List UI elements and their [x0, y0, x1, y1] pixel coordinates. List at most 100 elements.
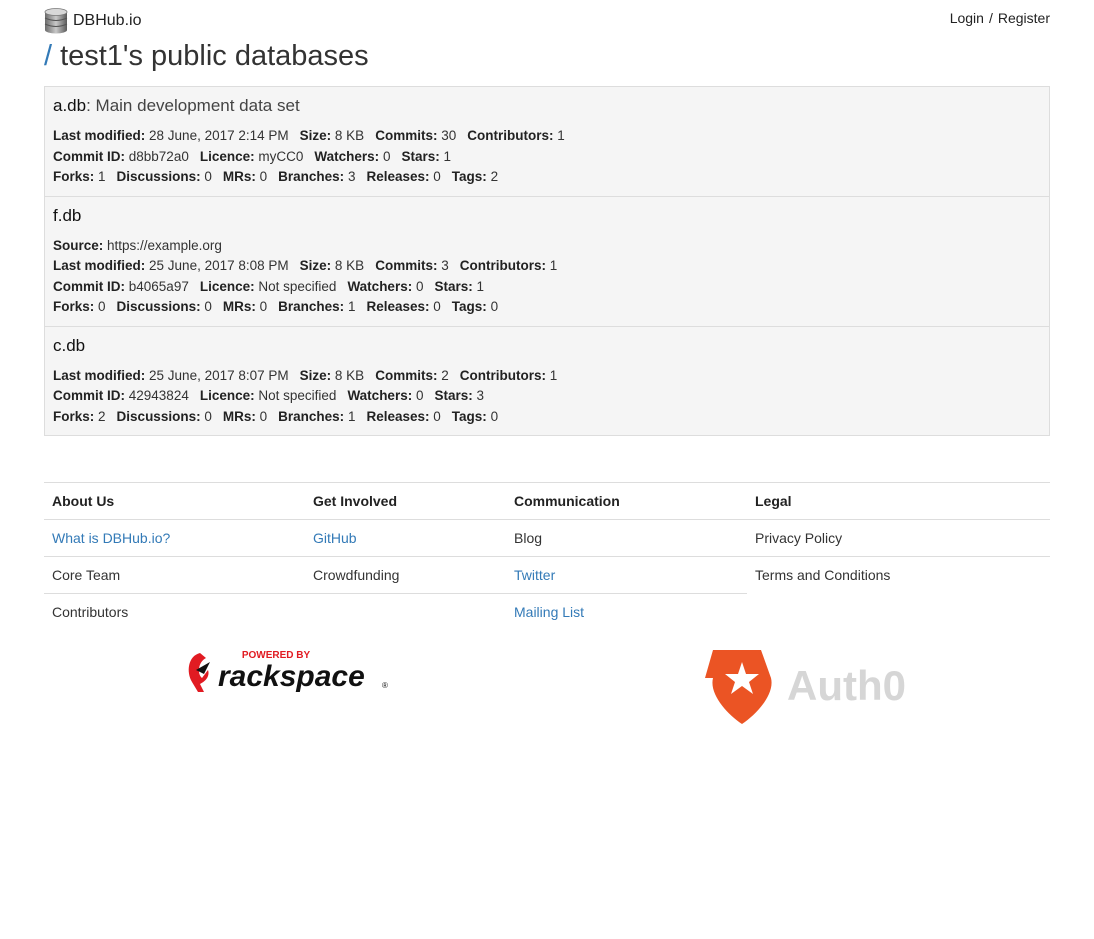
metadata-item: Discussions: 0 — [117, 169, 212, 184]
footer-text: Terms and Conditions — [755, 567, 891, 584]
metadata-label: Last modified: — [53, 367, 146, 383]
metadata-item: Discussions: 0 — [117, 409, 212, 424]
metadata-label: Commit ID: — [53, 388, 125, 403]
auth0-wordmark: Auth0 — [787, 662, 906, 709]
metadata-label: Branches: — [278, 169, 345, 184]
metadata-label: MRs: — [222, 169, 256, 184]
metadata-value: 0 — [259, 169, 268, 184]
metadata-item: Stars: 1 — [401, 149, 451, 164]
login-link[interactable]: Login — [950, 10, 984, 26]
footer-link[interactable]: What is DBHub.io? — [52, 530, 170, 546]
metadata-line: Commit ID: 42943824 Licence: Not specifie… — [53, 386, 1041, 407]
metadata-value: 2 — [441, 367, 449, 383]
metadata-label: Contributors: — [459, 367, 546, 383]
footer-link[interactable]: Twitter — [514, 567, 555, 583]
metadata-label: Watchers: — [347, 388, 413, 403]
metadata-value: 25 June, 2017 8:08 PM — [149, 258, 289, 273]
metadata-value: 30 — [441, 128, 457, 143]
metadata-label: Stars: — [434, 278, 473, 294]
auth0-logo[interactable]: Auth0 — [705, 648, 910, 726]
metadata-item: Watchers: 0 — [347, 279, 423, 294]
metadata-label: Source: — [53, 237, 104, 253]
database-title: c.db — [53, 335, 1041, 357]
metadata-label: Commits: — [375, 128, 438, 143]
footer-link[interactable]: Mailing List — [514, 604, 584, 620]
metadata-value: 0 — [204, 169, 212, 184]
database-name-link[interactable]: c.db — [53, 336, 85, 355]
metadata-value: 3 — [347, 169, 356, 184]
metadata-label: Tags: — [451, 169, 487, 184]
metadata-item: Size: 8 KB — [300, 258, 365, 273]
rackspace-logo[interactable]: POWERED BY rackspace ® — [186, 648, 390, 696]
metadata-value: 0 — [259, 299, 268, 314]
footer-cell: Mailing List — [506, 593, 747, 630]
metadata-item: Last modified: 28 June, 2017 2:14 PM — [53, 128, 289, 143]
metadata-label: Forks: — [53, 169, 95, 184]
metadata-label: Releases: — [366, 408, 430, 424]
database-title: a.db: Main development data set — [53, 95, 1041, 117]
metadata-label: Commit ID: — [53, 148, 125, 164]
footer-row: Core Team Crowdfunding Twitter Terms and Co… — [44, 556, 1050, 594]
metadata-value: 0 — [415, 388, 424, 403]
metadata-item: Branches: 1 — [278, 299, 355, 314]
metadata-label: Forks: — [53, 408, 95, 424]
database-description: : Main development data set — [86, 96, 300, 115]
metadata-value: 1 — [476, 278, 485, 294]
metadata-line: Source: https://example.org — [53, 236, 1041, 257]
footer-cell: Terms and Conditions — [747, 556, 1050, 594]
metadata-value: 28 June, 2017 2:14 PM — [149, 128, 289, 143]
register-link[interactable]: Register — [998, 10, 1050, 26]
metadata-label: Discussions: — [116, 408, 201, 424]
metadata-value: 0 — [98, 299, 106, 314]
database-title: f.db — [53, 205, 1041, 227]
metadata-label: Stars: — [434, 388, 473, 403]
footer-cell: Crowdfunding — [305, 556, 506, 594]
metadata-item: Size: 8 KB — [300, 128, 365, 143]
footer-link[interactable]: GitHub — [313, 530, 357, 546]
footer-text: Crowdfunding — [313, 567, 400, 583]
metadata-line: Forks: 0 Discussions: 0 MRs: 0 Branches: 1R… — [53, 297, 1041, 318]
metadata-value: 1 — [347, 299, 356, 314]
metadata-label: Tags: — [451, 299, 487, 314]
metadata-item: MRs: 0 — [223, 299, 267, 314]
metadata-label: Contributors: — [459, 258, 546, 273]
footer-cell: GitHub — [305, 519, 506, 557]
metadata-line: Forks: 1 Discussions: 0 MRs: 0 Branches: 3R… — [53, 167, 1041, 188]
metadata-label: Licence: — [199, 388, 255, 403]
page-title-text: test1's public databases — [60, 40, 369, 72]
title-slash: / — [44, 40, 53, 72]
metadata-line: Forks: 2 Discussions: 0 MRs: 0 Branches: 1R… — [53, 407, 1041, 428]
metadata-item: MRs: 0 — [223, 169, 267, 184]
metadata-value: 1 — [549, 367, 558, 383]
metadata-label: Watchers: — [347, 278, 413, 294]
metadata-line: Last modified: 25 June, 2017 8:08 PM Size… — [53, 256, 1041, 277]
database-name-link[interactable]: a.db — [53, 96, 86, 115]
footer-text: Privacy Policy — [755, 530, 843, 546]
metadata-item: Commit ID: 42943824 — [53, 388, 189, 403]
metadata-item: Size: 8 KB — [300, 368, 365, 383]
footer-empty-cell — [747, 594, 1050, 631]
metadata-value: 0 — [204, 408, 212, 424]
metadata-label: Branches: — [278, 408, 345, 424]
metadata-item: Watchers: 0 — [347, 388, 423, 403]
metadata-value: 0 — [382, 148, 391, 164]
brand-link[interactable]: DBHub.io — [44, 8, 141, 34]
metadata-value: 8 KB — [334, 128, 365, 143]
metadata-item: Contributors: 1 — [467, 128, 565, 143]
metadata-label: Licence: — [199, 278, 255, 294]
metadata-label: Releases: — [366, 299, 430, 314]
metadata-label: Discussions: — [116, 169, 201, 184]
metadata-value: 0 — [490, 299, 499, 314]
metadata-item: Branches: 3 — [278, 169, 355, 184]
metadata-line: Commit ID: b4065a97 Licence: Not specifie… — [53, 277, 1041, 298]
metadata-line: Last modified: 25 June, 2017 8:07 PM Size… — [53, 366, 1041, 387]
metadata-value: Not specified — [258, 388, 337, 403]
metadata-label: Last modified: — [53, 258, 146, 273]
auth-separator: / — [988, 10, 993, 26]
metadata-label: Branches: — [278, 299, 345, 314]
database-panel: a.db: Main development data set Last modi… — [45, 87, 1049, 196]
metadata-value: b4065a97 — [128, 278, 189, 294]
metadata-item: Releases: 0 — [366, 169, 440, 184]
database-icon — [44, 8, 68, 34]
database-name-link[interactable]: f.db — [53, 206, 81, 225]
